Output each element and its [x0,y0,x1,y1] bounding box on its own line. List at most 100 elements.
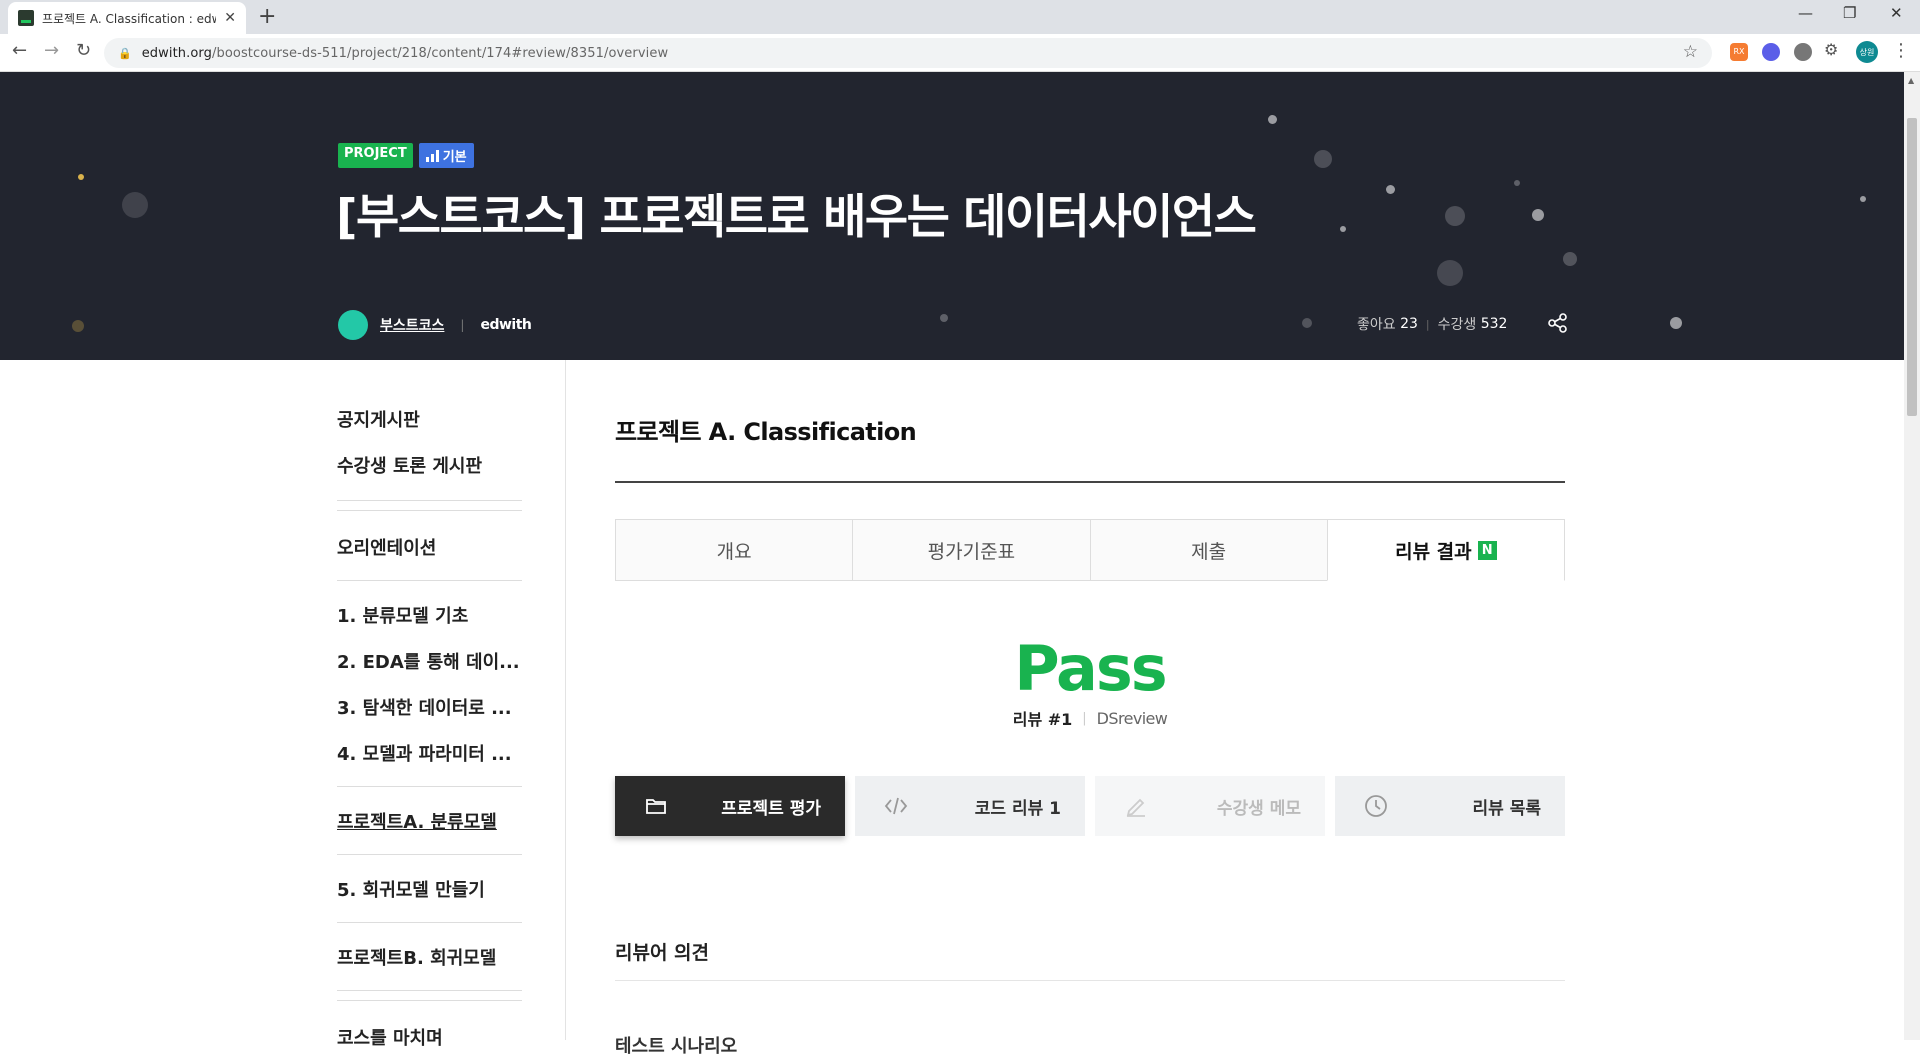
new-tab-button[interactable]: + [258,4,276,29]
level-badge-label: 기본 [442,150,467,165]
tab-label: 평가기준표 [927,540,1016,563]
browser-menu-icon[interactable]: ⋮ [1892,40,1910,61]
browser-tab[interactable]: 프로젝트 A. Classification : edwith ✕ [8,2,246,34]
action-label: 코드 리뷰 1 [974,798,1061,819]
project-tabs: 개요 평가기준표 제출 리뷰 결과 N [615,519,1565,581]
review-result-status: Pass [1014,632,1167,705]
extension-check-icon[interactable] [1762,43,1780,61]
scroll-thumb[interactable] [1907,118,1917,416]
decor-dot [78,174,84,180]
opinion-next-heading: 테스트 시나리오 [615,1036,738,1057]
review-number: 리뷰 #1 [1012,710,1073,729]
page-scrollbar[interactable]: ▲ [1904,72,1920,1040]
sidebar-divider [337,854,522,855]
reload-icon[interactable]: ↻ [76,40,91,61]
extensions-puzzle-icon[interactable]: ⚙ [1824,40,1842,59]
extension-rx-icon[interactable]: RX [1730,43,1748,61]
decor-dot [1670,317,1682,329]
forward-icon[interactable]: → [44,40,59,61]
course-title: [부스트코스] 프로젝트로 배우는 데이터사이언스 [336,190,1257,245]
browser-tab-bar: 프로젝트 A. Classification : edwith ✕ + — ❐ … [0,0,1920,34]
tab-overview[interactable]: 개요 [615,519,854,581]
tab-label: 제출 [1191,540,1227,563]
course-sidebar: 공지게시판 수강생 토론 게시판 오리엔테이션 1. 분류모델 기초 2. ED… [0,360,566,1049]
org-logo-icon[interactable] [338,310,368,340]
decor-dot [1437,260,1463,286]
sidebar-divider [337,786,522,787]
stats-separator: | [1425,317,1430,331]
likes-label: 좋아요 [1357,317,1396,333]
level-bars-icon [425,149,439,162]
tab-close-icon[interactable]: ✕ [224,10,236,26]
decor-dot [72,320,84,332]
decor-dot [122,192,148,218]
course-org: 부스트코스 | edwith [338,310,532,340]
tab-rubric[interactable]: 평가기준표 [852,519,1091,581]
brand-logo[interactable]: edwith [480,317,531,333]
bookmark-star-icon[interactable]: ☆ [1683,42,1698,62]
sidebar-item-project-b[interactable]: 프로젝트B. 회귀모델 [337,944,496,970]
lock-icon: 🔒 [118,46,132,60]
sidebar-divider [337,500,522,501]
site-favicon-icon [18,10,34,26]
review-actions: 프로젝트 평가 코드 리뷰 1 수강생 메모 리뷰 목록 [615,776,1565,836]
window-close-icon[interactable]: ✕ [1890,4,1903,22]
sidebar-item-notice[interactable]: 공지게시판 [337,406,420,432]
tab-label: 리뷰 결과 [1395,540,1472,563]
decor-dot [1340,226,1346,232]
folder-icon [646,799,666,814]
course-stats: 좋아요 23 | 수강생 532 [1357,314,1507,334]
sidebar-item-closing[interactable]: 코스를 마치며 [337,1024,443,1050]
sidebar-item-lesson-2[interactable]: 2. EDA를 통해 데이... [337,648,520,674]
sidebar-divider [337,1000,522,1001]
code-review-button[interactable]: 코드 리뷰 1 [855,776,1085,836]
extension-sync-icon[interactable] [1794,43,1812,61]
project-title: 프로젝트 A. Classification [615,418,917,446]
sidebar-item-lesson-5[interactable]: 5. 회귀모델 만들기 [337,876,485,902]
decor-dot [1386,185,1395,194]
sidebar-item-lesson-3[interactable]: 3. 탐색한 데이터로 ... [337,694,512,720]
sidebar-divider [337,922,522,923]
review-separator: | [1082,710,1087,726]
level-badge: 기본 [418,143,474,168]
sidebar-item-orientation[interactable]: 오리엔테이션 [337,534,436,560]
new-badge: N [1477,540,1497,560]
students-count: 532 [1480,316,1508,332]
project-evaluation-button[interactable]: 프로젝트 평가 [615,776,845,836]
pencil-icon [1126,798,1145,817]
sidebar-item-project-a[interactable]: 프로젝트A. 분류모델 [337,808,497,834]
reviewer-name: DSreview [1096,708,1168,728]
sidebar-item-lesson-4[interactable]: 4. 모델과 파라미터 ... [337,740,512,766]
profile-avatar[interactable]: 상원 [1856,41,1878,63]
org-name-link[interactable]: 부스트코스 [380,315,444,335]
sidebar-item-lesson-1[interactable]: 1. 분류모델 기초 [337,602,468,628]
clock-icon [1365,795,1387,817]
project-badge: PROJECT [338,143,413,168]
restore-icon[interactable]: ❐ [1843,4,1856,22]
back-icon[interactable]: ← [12,40,27,61]
browser-toolbar: ← → ↻ 🔒 edwith.org/boostcourse-ds-511/pr… [0,34,1920,72]
url-path: /boostcourse-ds-511/project/218/content/… [212,45,669,61]
course-badges: PROJECT 기본 [338,143,474,168]
review-list-button[interactable]: 리뷰 목록 [1335,776,1565,836]
decor-dot [1514,180,1520,186]
scroll-up-icon[interactable]: ▲ [1908,76,1914,85]
sidebar-divider [337,990,522,991]
minimize-icon[interactable]: — [1798,4,1813,22]
sidebar-item-discussion[interactable]: 수강생 토론 게시판 [337,452,482,478]
decor-dot [1314,150,1332,168]
sidebar-divider [337,510,522,511]
address-bar[interactable]: 🔒 edwith.org/boostcourse-ds-511/project/… [104,38,1712,68]
tab-title: 프로젝트 A. Classification : edwith [41,11,216,26]
action-label: 수강생 메모 [1216,798,1301,819]
title-rule [615,481,1565,483]
tab-submit[interactable]: 제출 [1089,519,1328,581]
student-memo-button[interactable]: 수강생 메모 [1095,776,1325,836]
tab-review-result[interactable]: 리뷰 결과 N [1326,519,1565,581]
sidebar-divider [337,580,522,581]
share-icon[interactable] [1547,312,1569,334]
course-hero: PROJECT 기본 [부스트코스] 프로젝트로 배우는 데이터사이언스 부스트… [0,72,1904,360]
tab-label: 개요 [716,540,752,563]
org-separator: | [460,318,465,332]
reviewer-opinion-title: 리뷰어 의견 [615,942,710,964]
